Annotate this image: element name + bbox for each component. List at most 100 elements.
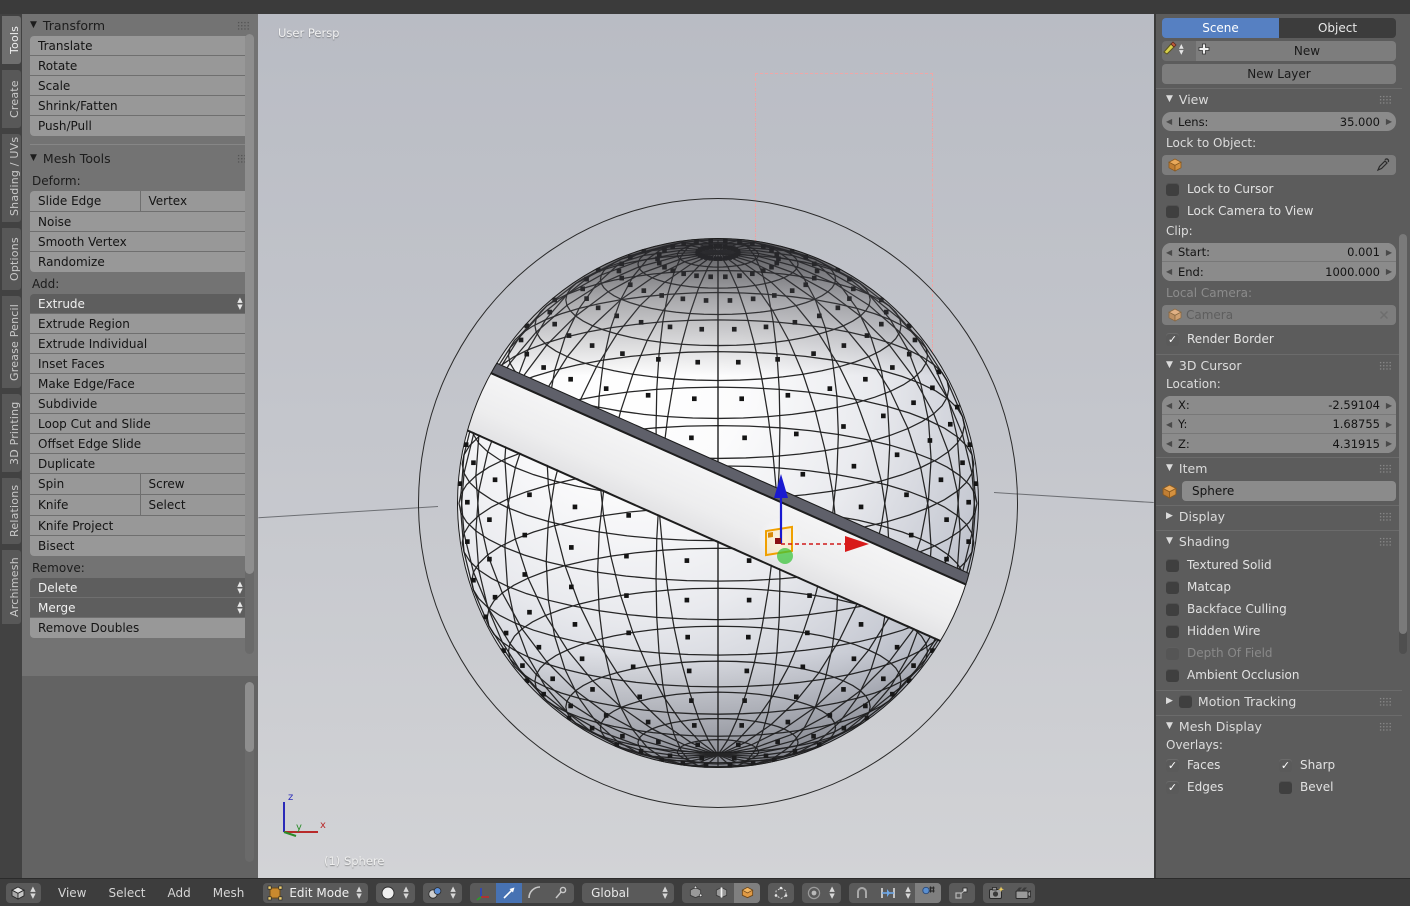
smooth-vertex-button[interactable]: Smooth Vertex (30, 232, 250, 252)
randomize-button[interactable]: Randomize (30, 252, 250, 272)
lock-to-cursor-checkbox[interactable] (1166, 182, 1179, 196)
display-section-header[interactable]: ▶ Display (1156, 505, 1402, 526)
cursor-x-field[interactable]: ◀ X: -2.59104 ▶ (1162, 396, 1396, 415)
delete-dropdown[interactable]: Delete ▲ ▼ (30, 578, 250, 598)
pivot-center-button[interactable] (949, 883, 975, 903)
select-button[interactable]: Select (140, 495, 250, 515)
sidebar-item-archimesh[interactable]: Archimesh (2, 550, 21, 624)
motion-tracking-section-header[interactable]: ▶ Motion Tracking (1156, 690, 1402, 711)
snap-element-button[interactable] (915, 882, 942, 903)
vertex-button[interactable]: Vertex (140, 191, 250, 211)
translate-button[interactable]: Translate (30, 36, 250, 56)
close-icon[interactable] (1378, 309, 1390, 321)
clip-start-field[interactable]: ◀ Start: 0.001 ▶ (1162, 243, 1396, 262)
sidebar-item-grease-pencil[interactable]: Grease Pencil (2, 296, 21, 388)
lock-camera-to-view-row[interactable]: Lock Camera to View (1156, 200, 1402, 222)
mesh-display-section-header[interactable]: ▼ Mesh Display (1156, 715, 1402, 736)
bevel-checkbox[interactable] (1279, 780, 1292, 794)
noise-button[interactable]: Noise (30, 212, 250, 232)
tab-scene[interactable]: Scene (1162, 18, 1279, 38)
menu-select[interactable]: Select (97, 883, 156, 903)
screw-button[interactable]: Screw (140, 474, 250, 494)
render-border-row[interactable]: Render Border (1156, 328, 1402, 350)
push-pull-button[interactable]: Push/Pull (30, 116, 250, 136)
toolshelf-lower-scrollbar[interactable] (245, 682, 254, 862)
chevron-right-icon[interactable]: ▶ (1386, 117, 1392, 126)
loop-cut-and-slide-button[interactable]: Loop Cut and Slide (30, 414, 250, 434)
lock-to-cursor-row[interactable]: Lock to Cursor (1156, 178, 1402, 200)
chevron-right-icon[interactable]: ▶ (1386, 439, 1392, 448)
sharp-checkbox[interactable] (1279, 758, 1292, 772)
chevron-left-icon[interactable]: ◀ (1166, 420, 1172, 429)
sidebar-item-shading-uvs[interactable]: Shading / UVs (2, 134, 21, 222)
proportional-edit-selector[interactable]: ▲ ▼ (802, 882, 842, 903)
transform-panel-header[interactable]: ▼ Transform (22, 14, 258, 36)
render-display-selector[interactable]: ▲ ▼ (423, 882, 463, 903)
occlude-geometry-button[interactable] (768, 883, 794, 903)
pencil-icon[interactable]: ▲ ▼ (1162, 41, 1196, 61)
render-image-button[interactable] (983, 883, 1009, 903)
snap-dropdown[interactable]: ▲ ▼ (901, 883, 915, 903)
hidden-wire-row[interactable]: Hidden Wire (1156, 620, 1402, 642)
sidebar-item-relations[interactable]: Relations (2, 478, 21, 544)
extrude-individual-button[interactable]: Extrude Individual (30, 334, 250, 354)
chevron-right-icon[interactable]: ▶ (1386, 401, 1392, 410)
viewport-shading-selector[interactable]: ▲ ▼ (376, 882, 416, 903)
ambient-occlusion-checkbox[interactable] (1166, 668, 1179, 682)
edges-row[interactable]: Edges (1166, 776, 1279, 798)
translate-manipulator[interactable] (757, 474, 895, 658)
sphere-mesh-object[interactable] (418, 198, 1018, 808)
sidebar-item-3d-printing[interactable]: 3D Printing (2, 394, 21, 472)
tab-object[interactable]: Object (1279, 18, 1396, 38)
new-layer-button[interactable]: New Layer (1162, 64, 1396, 84)
rotate-button[interactable]: Rotate (30, 56, 250, 76)
toolshelf-panel[interactable]: ▼ Transform Translate Rotate Scale Shrin… (22, 14, 258, 676)
duplicate-button[interactable]: Duplicate (30, 454, 250, 474)
manipulator-translate-button[interactable] (470, 883, 496, 903)
subdivide-button[interactable]: Subdivide (30, 394, 250, 414)
cursor-z-field[interactable]: ◀ Z: 4.31915 ▶ (1162, 434, 1396, 453)
manipulator-rotate-button[interactable] (496, 882, 523, 903)
chevron-right-icon[interactable]: ▶ (1386, 267, 1392, 276)
snap-target-button[interactable] (875, 883, 901, 903)
textured-solid-checkbox[interactable] (1166, 558, 1179, 572)
item-section-header[interactable]: ▼ Item (1156, 457, 1402, 478)
properties-sidebar[interactable]: Scene Object ▲ ▼ New New Layer ▼ View ◀ … (1156, 14, 1410, 878)
ambient-occlusion-row[interactable]: Ambient Occlusion (1156, 664, 1402, 686)
lock-camera-to-view-checkbox[interactable] (1166, 204, 1179, 218)
chevron-left-icon[interactable]: ◀ (1166, 267, 1172, 276)
matcap-checkbox[interactable] (1166, 580, 1179, 594)
menu-view[interactable]: View (47, 883, 97, 903)
edge-select-button[interactable] (708, 883, 734, 903)
edges-checkbox[interactable] (1166, 780, 1179, 794)
chevron-right-icon[interactable]: ▶ (1386, 248, 1392, 257)
remove-doubles-button[interactable]: Remove Doubles (30, 618, 250, 638)
toolshelf-scrollbar[interactable] (245, 34, 254, 654)
extrude-dropdown[interactable]: Extrude ▲ ▼ (30, 294, 250, 314)
sidebar-item-tools[interactable]: Tools (2, 16, 21, 64)
transform-orientation-selector[interactable]: Global ▲ ▼ (582, 882, 675, 903)
toolshelf-empty-region[interactable] (22, 676, 258, 878)
new-button[interactable]: New (1218, 41, 1396, 61)
sidebar-item-create[interactable]: Create (2, 70, 21, 128)
scale-button[interactable]: Scale (30, 76, 250, 96)
slide-edge-button[interactable]: Slide Edge (30, 191, 141, 211)
snap-magnet-button[interactable] (849, 883, 875, 903)
chevron-left-icon[interactable]: ◀ (1166, 248, 1172, 257)
menu-mesh[interactable]: Mesh (202, 883, 256, 903)
properties-scrollbar[interactable] (1399, 234, 1407, 654)
local-camera-field[interactable]: Camera (1162, 305, 1396, 325)
render-animation-button[interactable] (1009, 883, 1035, 903)
render-border-checkbox[interactable] (1166, 332, 1179, 346)
matcap-row[interactable]: Matcap (1156, 576, 1402, 598)
motion-tracking-checkbox[interactable] (1178, 694, 1192, 708)
mesh-tools-panel-header[interactable]: ▼ Mesh Tools (22, 147, 258, 169)
knife-project-button[interactable]: Knife Project (30, 516, 250, 536)
extrude-region-button[interactable]: Extrude Region (30, 314, 250, 334)
clip-end-field[interactable]: ◀ End: 1000.000 ▶ (1162, 262, 1396, 281)
chevron-left-icon[interactable]: ◀ (1166, 401, 1172, 410)
backface-culling-checkbox[interactable] (1166, 602, 1179, 616)
3d-cursor-section-header[interactable]: ▼ 3D Cursor (1156, 354, 1402, 375)
view-section-header[interactable]: ▼ View (1156, 88, 1402, 109)
manipulator-scale-button[interactable] (522, 883, 548, 903)
